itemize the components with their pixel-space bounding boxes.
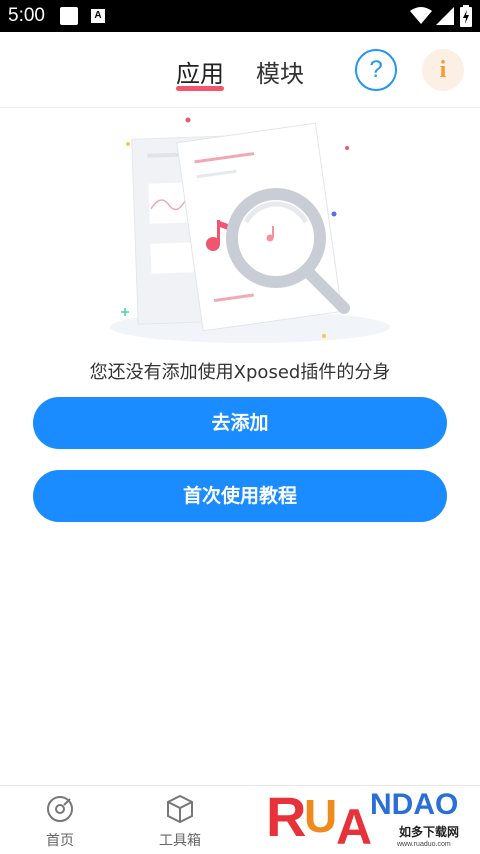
notification-a-icon: A: [91, 9, 105, 23]
empty-state-message: 您还没有添加使用Xposed插件的分身: [89, 362, 391, 383]
empty-illustration: [110, 117, 390, 343]
status-bar: 5:00 A: [0, 0, 480, 32]
status-time: 5:00: [8, 5, 45, 26]
svg-text:A: A: [336, 799, 372, 850]
svg-text:NDAO: NDAO: [370, 788, 458, 821]
signal-icon: [436, 7, 454, 25]
tab-modules[interactable]: 模块: [256, 54, 304, 89]
box-icon: [167, 794, 193, 824]
watermark-tagline: 如多下载网: [399, 824, 459, 839]
notification-square-icon: [60, 7, 78, 25]
svg-text:R: R: [266, 785, 306, 848]
watermark-logo: R U A NDAO 如多下载网 www.ruaduo.com: [266, 785, 464, 850]
help-button[interactable]: ?: [355, 49, 397, 91]
nav-item-home[interactable]: 首页: [20, 794, 100, 850]
svg-text:U: U: [304, 790, 337, 842]
add-button[interactable]: 去添加: [33, 397, 447, 449]
nav-label-home: 首页: [46, 833, 74, 849]
battery-icon: [460, 5, 472, 27]
active-tab-indicator: [176, 86, 224, 91]
disc-icon: [47, 796, 73, 822]
nav-item-toolbox[interactable]: 工具箱: [140, 794, 220, 850]
tutorial-button[interactable]: 首次使用教程: [33, 470, 447, 522]
info-button[interactable]: i: [422, 49, 464, 91]
tab-apps[interactable]: 应用: [176, 54, 224, 89]
info-icon: i: [439, 57, 447, 83]
watermark-url: www.ruaduo.com: [396, 841, 451, 848]
top-bar: 应用 模块 ? i: [0, 32, 480, 108]
question-icon: ?: [369, 56, 383, 83]
nav-label-toolbox: 工具箱: [159, 833, 201, 849]
wifi-icon: [410, 7, 432, 24]
